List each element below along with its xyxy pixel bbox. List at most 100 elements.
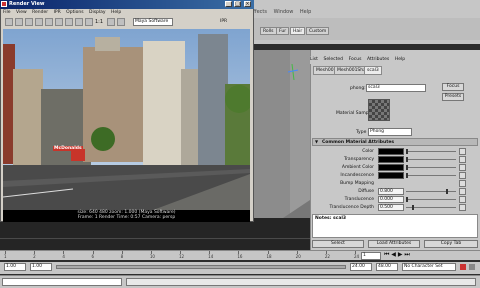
- mel-input[interactable]: [2, 278, 122, 286]
- close-icon[interactable]: ×: [244, 1, 251, 7]
- attr-row-bump: Bump Mapping: [310, 180, 480, 188]
- attr-tabs: Mesh001 Mesh001Shape scal3: [310, 66, 480, 76]
- node-name-field[interactable]: scal3: [366, 84, 426, 92]
- attr-menu-selected[interactable]: Selected: [323, 57, 343, 62]
- maximize-icon[interactable]: □: [234, 1, 241, 7]
- maya-shelf: Rolls Fur Hair Custom: [250, 18, 480, 40]
- attr-label: Ambient Color: [341, 165, 374, 170]
- notes-label: Notes:: [315, 216, 332, 221]
- character-set-dropdown[interactable]: No Character Set: [402, 263, 456, 271]
- remove-image-icon[interactable]: [117, 18, 125, 26]
- rv-menu-options[interactable]: Options: [66, 10, 83, 15]
- type-row: Type Phong: [310, 128, 480, 137]
- app-icon: [1, 1, 7, 7]
- rv-menu-help[interactable]: Help: [111, 10, 121, 15]
- map-button[interactable]: [459, 204, 466, 211]
- incandescence-slider[interactable]: [406, 173, 456, 178]
- range-end-field[interactable]: 24.00: [350, 263, 372, 271]
- attr-menu-list[interactable]: List: [310, 57, 318, 62]
- translucence-field[interactable]: 0.000: [378, 196, 404, 203]
- color-swatch[interactable]: [378, 156, 404, 163]
- preferences-icon[interactable]: [469, 264, 475, 270]
- time-tick-label: 24: [354, 254, 360, 259]
- time-tick-label: 14: [208, 254, 214, 259]
- renderer-dropdown[interactable]: Maya Software: [133, 18, 173, 26]
- rgb-icon[interactable]: [55, 18, 63, 26]
- select-button[interactable]: Select: [312, 240, 364, 248]
- range-start-field[interactable]: 1.00: [4, 263, 26, 271]
- copy-tab-button[interactable]: Copy Tab: [424, 240, 478, 248]
- tab-scal3[interactable]: scal3: [364, 66, 382, 75]
- transparency-slider[interactable]: [406, 157, 456, 162]
- rv-menu-ipr[interactable]: IPR: [54, 10, 61, 15]
- rv-menu-render[interactable]: Render: [32, 10, 48, 15]
- attr-row-incandescence: Incandescence: [310, 172, 480, 180]
- color-slider[interactable]: [406, 149, 456, 154]
- menu-window[interactable]: Window: [274, 9, 294, 15]
- zoom-label[interactable]: 1:1: [95, 19, 103, 25]
- time-tick-label: 1: [4, 254, 7, 259]
- collapse-icon: ▼: [315, 139, 319, 144]
- load-attributes-button[interactable]: Load Attributes: [368, 240, 420, 248]
- rv-menu-display[interactable]: Display: [89, 10, 106, 15]
- current-frame-field[interactable]: 1: [361, 252, 381, 260]
- translucence-slider[interactable]: [406, 197, 456, 202]
- shelf-tab-hair[interactable]: Hair: [290, 27, 306, 35]
- time-tick-label: 16: [237, 254, 243, 259]
- section-common-material[interactable]: ▼ Common Material Attributes: [312, 138, 478, 146]
- ambient-slider[interactable]: [406, 165, 456, 170]
- map-button[interactable]: [459, 180, 466, 187]
- color-swatch[interactable]: [378, 172, 404, 179]
- map-button[interactable]: [459, 188, 466, 195]
- refresh-icon[interactable]: [45, 18, 53, 26]
- minimize-icon[interactable]: _: [225, 1, 232, 7]
- playback-end-field[interactable]: 48.00: [376, 263, 398, 271]
- attr-menu-help[interactable]: Help: [395, 57, 405, 62]
- keep-image-icon[interactable]: [107, 18, 115, 26]
- menu-help[interactable]: Help: [300, 9, 311, 15]
- map-button[interactable]: [459, 172, 466, 179]
- map-button[interactable]: [459, 156, 466, 163]
- map-button[interactable]: [459, 196, 466, 203]
- city-street-scene: [3, 29, 250, 210]
- shelf-tab-custom[interactable]: Custom: [306, 27, 330, 35]
- rv-menu-file[interactable]: File: [3, 10, 11, 15]
- translucence-depth-slider[interactable]: [406, 205, 456, 210]
- time-tick-label: 18: [266, 254, 272, 259]
- attr-menubar: List Selected Focus Attributes Help: [310, 56, 480, 64]
- playback-controls[interactable]: ⏮ ◀ ▶ ⏭: [384, 251, 410, 259]
- shelf-tab-fur[interactable]: Fur: [276, 27, 290, 35]
- snapshot-icon[interactable]: [25, 18, 33, 26]
- focus-button[interactable]: Focus: [442, 83, 464, 91]
- attr-menu-attributes[interactable]: Attributes: [367, 57, 389, 62]
- ipr-icon[interactable]: [35, 18, 43, 26]
- time-tick-label: 4: [62, 254, 65, 259]
- render-region-icon[interactable]: [15, 18, 23, 26]
- translucence-depth-field[interactable]: 0.500: [378, 204, 404, 211]
- notes-area[interactable]: Notes: scal3: [312, 214, 478, 238]
- redo-render-icon[interactable]: [5, 18, 13, 26]
- attr-row-transparency: Transparency: [310, 156, 480, 164]
- rv-menu-view[interactable]: View: [16, 10, 27, 15]
- red-channel-icon[interactable]: [65, 18, 73, 26]
- range-inner-start-field[interactable]: 1.00: [30, 263, 52, 271]
- auto-key-icon[interactable]: [460, 264, 466, 270]
- mel-output: [126, 278, 476, 286]
- alpha-icon[interactable]: [85, 18, 93, 26]
- diffuse-field[interactable]: 0.800: [378, 188, 404, 195]
- map-button[interactable]: [459, 164, 466, 171]
- type-dropdown[interactable]: Phong: [368, 128, 412, 136]
- range-slider[interactable]: [56, 265, 346, 269]
- shelf-tab-rolls[interactable]: Rolls: [260, 27, 277, 35]
- color-swatch[interactable]: [378, 164, 404, 171]
- render-view-toolbar: 1:1: [3, 17, 253, 28]
- time-slider[interactable]: 1 2 4 6 8 10 12 14 16 18 20 22 24 1 ⏮ ◀ ▶ ⏭: [0, 250, 480, 260]
- color-swatch[interactable]: [378, 148, 404, 155]
- map-button[interactable]: [459, 148, 466, 155]
- green-channel-icon[interactable]: [75, 18, 83, 26]
- attr-label: Incandescence: [340, 173, 374, 178]
- diffuse-slider[interactable]: [406, 189, 456, 194]
- render-view-titlebar[interactable]: Render View _ □ ×: [0, 0, 254, 9]
- attr-label: Translucence: [344, 197, 374, 202]
- attr-menu-focus[interactable]: Focus: [349, 57, 362, 62]
